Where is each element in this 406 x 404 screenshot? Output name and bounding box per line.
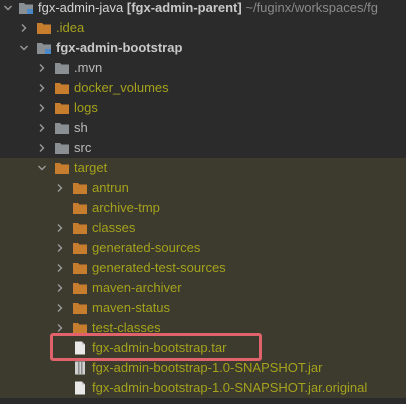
highlight-box — [50, 333, 262, 361]
tree-row-docker-volumes[interactable]: docker_volumes — [0, 78, 406, 98]
tree-row-root[interactable]: fgx-admin-java [fgx-admin-parent] ~/fugi… — [0, 0, 406, 18]
chevron-right-icon[interactable] — [36, 118, 48, 138]
tree-row-classes[interactable]: classes — [0, 218, 406, 238]
tree-item-label: sh — [74, 120, 88, 135]
folder-icon — [54, 141, 70, 155]
tree-row-sh[interactable]: sh — [0, 118, 406, 138]
tree-item-label: src — [74, 140, 92, 155]
folder-icon — [54, 81, 70, 95]
chevron-right-icon[interactable] — [54, 218, 66, 238]
tree-item-label: target — [74, 160, 108, 175]
tree-item-label: classes — [92, 220, 136, 235]
tree-row-maven-archiver[interactable]: maven-archiver — [0, 278, 406, 298]
tree-item-label: archive-tmp — [92, 200, 160, 215]
folder-icon — [72, 181, 88, 195]
file-icon — [72, 381, 88, 395]
folder-icon — [54, 61, 70, 75]
tree-item-label: generated-test-sources — [92, 260, 226, 275]
tree-item-label: antrun — [92, 180, 129, 195]
tree-row-idea[interactable]: .idea — [0, 18, 406, 38]
module-folder-icon — [18, 1, 34, 15]
folder-icon — [72, 261, 88, 275]
folder-icon — [54, 121, 70, 135]
tree-row-antrun[interactable]: antrun — [0, 178, 406, 198]
folder-icon — [36, 21, 52, 35]
tree-item-label: maven-archiver — [92, 280, 182, 295]
tree-item-label: fgx-admin-bootstrap-1.0-SNAPSHOT.jar.ori… — [92, 380, 368, 395]
folder-icon — [54, 161, 70, 175]
chevron-right-icon[interactable] — [54, 258, 66, 278]
folder-icon — [72, 201, 88, 215]
root-path: ~/fuginx/workspaces/fg — [245, 0, 378, 15]
chevron-down-icon[interactable] — [2, 0, 14, 18]
jar-file-icon — [72, 361, 88, 375]
tree-item-label: maven-status — [92, 300, 171, 315]
tree-row-maven-status[interactable]: maven-status — [0, 298, 406, 318]
root-module: [fgx-admin-parent] — [126, 0, 242, 15]
tree-item-label: generated-sources — [92, 240, 201, 255]
chevron-right-icon[interactable] — [36, 138, 48, 158]
tree-row-target[interactable]: target — [0, 158, 406, 178]
tree-row-generated-test-sources[interactable]: generated-test-sources — [0, 258, 406, 278]
tree-item-label: docker_volumes — [74, 80, 169, 95]
tree-item-label: fgx-admin-bootstrap — [56, 40, 183, 55]
tree-item-label: fgx-admin-bootstrap-1.0-SNAPSHOT.jar — [92, 360, 323, 375]
folder-icon — [72, 221, 88, 235]
tree-row-fgx-admin-bootstrap[interactable]: fgx-admin-bootstrap — [0, 38, 406, 58]
tree-row-archive-tmp[interactable]: archive-tmp — [0, 198, 406, 218]
chevron-down-icon[interactable] — [18, 38, 30, 58]
chevron-right-icon[interactable] — [36, 98, 48, 118]
tree-row-logs[interactable]: logs — [0, 98, 406, 118]
tree-item-label: .mvn — [74, 60, 103, 75]
root-label: fgx-admin-java — [38, 0, 124, 15]
folder-icon — [72, 241, 88, 255]
tree-row-mvn[interactable]: .mvn — [0, 58, 406, 78]
chevron-right-icon[interactable] — [54, 178, 66, 198]
tree-row-src[interactable]: src — [0, 138, 406, 158]
chevron-right-icon[interactable] — [54, 278, 66, 298]
chevron-right-icon[interactable] — [36, 58, 48, 78]
chevron-right-icon[interactable] — [54, 238, 66, 258]
folder-icon — [54, 101, 70, 115]
chevron-right-icon[interactable] — [36, 78, 48, 98]
tree-row-bootstrap-jar[interactable]: fgx-admin-bootstrap-1.0-SNAPSHOT.jar — [0, 358, 406, 378]
folder-icon — [72, 301, 88, 315]
chevron-right-icon[interactable] — [18, 18, 30, 38]
chevron-right-icon[interactable] — [54, 298, 66, 318]
tree-item-label: .idea — [56, 20, 85, 35]
module-folder-icon — [36, 41, 52, 55]
folder-icon — [72, 281, 88, 295]
tree-row-generated-sources[interactable]: generated-sources — [0, 238, 406, 258]
tree-item-label: logs — [74, 100, 98, 115]
tree-row-bootstrap-jar-original[interactable]: fgx-admin-bootstrap-1.0-SNAPSHOT.jar.ori… — [0, 378, 406, 398]
project-tree: fgx-admin-java [fgx-admin-parent] ~/fugi… — [0, 0, 406, 404]
chevron-down-icon[interactable] — [36, 158, 48, 178]
